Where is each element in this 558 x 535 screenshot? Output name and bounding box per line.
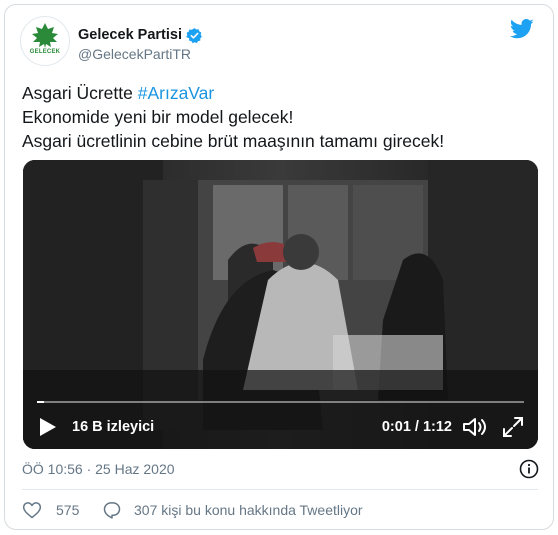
tweet-line-2: Ekonomide yeni bir model gelecek!: [22, 107, 294, 127]
video-frame: [23, 160, 538, 449]
reply-bubble-icon: [103, 502, 121, 519]
fullscreen-icon[interactable]: [502, 416, 524, 438]
conversation-button[interactable]: 307 kişi bu konu hakkında Tweetliyor: [102, 498, 363, 522]
video-controls: 16 B izleyici 0:01 / 1:12: [23, 412, 538, 442]
twitter-bird-icon[interactable]: [510, 18, 534, 40]
conversation-text: 307 kişi bu konu hakkında Tweetliyor: [134, 502, 363, 518]
hashtag-link[interactable]: #ArızaVar: [138, 83, 215, 103]
verified-badge-icon: [186, 27, 202, 43]
volume-icon[interactable]: [462, 416, 488, 438]
display-name[interactable]: Gelecek Partisi: [78, 27, 182, 43]
like-count: 575: [56, 502, 80, 518]
like-button[interactable]: 575: [22, 498, 79, 522]
account-handle[interactable]: @GelecekPartiTR: [78, 46, 203, 62]
tweet-timestamp[interactable]: ÖÖ 10:56 · 25 Haz 2020: [22, 461, 175, 477]
avatar[interactable]: GELECEK: [20, 16, 70, 66]
info-icon[interactable]: [519, 459, 539, 479]
avatar-text: GELECEK: [29, 49, 61, 55]
video-progress-track[interactable]: [37, 401, 524, 403]
play-icon[interactable]: [39, 417, 57, 437]
divider: [22, 489, 538, 490]
video-views: 16 B izleyici: [72, 419, 155, 435]
account-names: Gelecek Partisi @GelecekPartiTR: [78, 26, 203, 62]
tweet-card: GELECEK Gelecek Partisi @GelecekPartiTR …: [4, 4, 554, 530]
tweet-line-1: Asgari Ücrette: [22, 83, 138, 103]
video-time: 0:01 / 1:12: [381, 419, 452, 435]
tweet-header: GELECEK Gelecek Partisi @GelecekPartiTR: [20, 16, 540, 70]
video-player[interactable]: 16 B izleyici 0:01 / 1:12: [23, 160, 538, 449]
heart-icon: [22, 502, 42, 519]
video-progress-fill: [37, 401, 44, 403]
tweet-actions: 575 307 kişi bu konu hakkında Tweetliyor: [22, 498, 542, 522]
tweet-text: Asgari Ücrette #ArızaVar Ekonomide yeni …: [22, 81, 547, 153]
leaf-logo-icon: [32, 23, 58, 48]
tweet-line-3: Asgari ücretlinin cebine brüt maaşının t…: [22, 131, 445, 151]
